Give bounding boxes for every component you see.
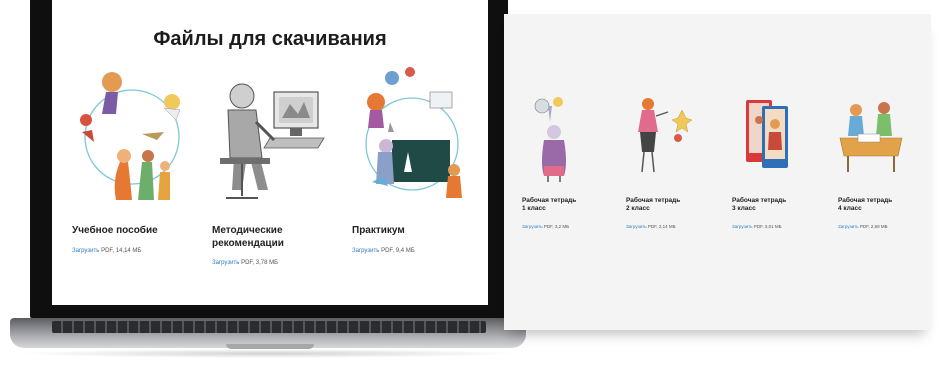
item-meta-textbook: Загрузить PDF, 14,14 МБ xyxy=(72,248,141,254)
item-title-line: Методические xyxy=(212,225,283,236)
item-title-textbook: Учебное пособие xyxy=(72,224,182,237)
textbook-illustration-icon xyxy=(80,72,181,200)
workbook-1-illustration-icon xyxy=(534,97,566,182)
workbook-3-illustration-icon xyxy=(746,100,788,168)
file-info: PDF, 14,14 МБ xyxy=(101,248,142,254)
file-info: PDF, 2,69 МБ xyxy=(859,224,888,229)
workbooks-card: Рабочая тетрадь 1 класс Загрузить PDF, 3… xyxy=(504,14,931,330)
laptop-screen: Файлы для скачивания Учебное пособие Заг… xyxy=(52,0,488,305)
workbook-3-meta: Загрузить PDF, 3,01 МБ xyxy=(732,224,782,229)
item-meta-guidelines: Загрузить PDF, 3,78 МБ xyxy=(212,260,278,266)
file-info: PDF, 9,4 МБ xyxy=(381,248,415,254)
card-title-line: 2 класс xyxy=(626,205,650,212)
item-title-line: Практикум xyxy=(352,225,405,236)
card-title-line: 3 класс xyxy=(732,205,756,212)
download-link-workbook-3[interactable]: Загрузить xyxy=(732,224,753,229)
item-title-line: Учебное пособие xyxy=(72,225,158,236)
card-title-line: 4 класс xyxy=(838,205,862,212)
card-title-line: 1 класс xyxy=(522,205,546,212)
workbook-4-meta: Загрузить PDF, 2,69 МБ xyxy=(838,224,888,229)
workbook-1-meta: Загрузить PDF, 3,2 МБ xyxy=(522,224,569,229)
workbook-1-title: Рабочая тетрадь 1 класс xyxy=(522,197,602,213)
workbook-3-title: Рабочая тетрадь 3 класс xyxy=(732,197,812,213)
card-title-line: Рабочая тетрадь xyxy=(626,197,681,204)
workbook-4-illustration-icon xyxy=(839,102,903,172)
download-link-workbook-4[interactable]: Загрузить xyxy=(838,224,859,229)
file-info: PDF, 3,78 МБ xyxy=(241,260,279,266)
workshop-illustration-icon xyxy=(365,67,462,198)
workbook-2-title: Рабочая тетрадь 2 класс xyxy=(626,197,706,213)
download-link-workbook-2[interactable]: Загрузить xyxy=(626,224,647,229)
item-title-guidelines: Методические рекомендации xyxy=(212,224,322,250)
workbook-2-meta: Загрузить PDF, 2,14 МБ xyxy=(626,224,676,229)
download-link-workshop[interactable]: Загрузить xyxy=(352,248,379,254)
download-link-workbook-1[interactable]: Загрузить xyxy=(522,224,543,229)
workbook-4-title: Рабочая тетрадь 4 класс xyxy=(838,197,918,213)
file-info: PDF, 2,14 МБ xyxy=(647,224,676,229)
item-meta-workshop: Загрузить PDF, 9,4 МБ xyxy=(352,248,415,254)
page-title: Файлы для скачивания xyxy=(153,28,387,50)
item-title-workshop: Практикум xyxy=(352,224,462,237)
item-title-line: рекомендации xyxy=(212,238,284,249)
workbook-2-illustration-icon xyxy=(638,98,693,173)
card-title-line: Рабочая тетрадь xyxy=(838,197,893,204)
file-info: PDF, 3,01 МБ xyxy=(753,224,782,229)
laptop-keyboard xyxy=(52,321,486,333)
file-info: PDF, 3,2 МБ xyxy=(543,224,570,229)
laptop-shadow xyxy=(14,349,522,358)
download-link-textbook[interactable]: Загрузить xyxy=(72,248,99,254)
card-title-line: Рабочая тетрадь xyxy=(732,197,787,204)
card-title-line: Рабочая тетрадь xyxy=(522,197,577,204)
teacher-at-computer-illustration-icon xyxy=(220,83,325,199)
download-link-guidelines[interactable]: Загрузить xyxy=(212,260,239,266)
